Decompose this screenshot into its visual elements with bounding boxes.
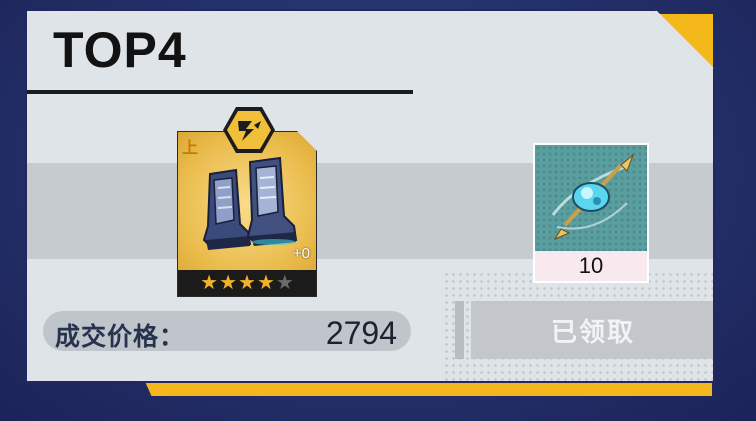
reward-item-boots[interactable]: 上 +0 ★ ★ ★ ★ ★: [177, 131, 317, 297]
enhance-level: +0: [292, 245, 310, 262]
star-icon: ★: [275, 272, 294, 294]
price-label: 成交价格：: [55, 323, 186, 351]
auction-result-card: TOP4 上 +0 ★ ★ ★ ★ ★ 10 成交价格： 2794 已领取: [25, 9, 715, 383]
item-side-art: [535, 145, 647, 251]
claim-divider: [455, 301, 464, 359]
price-value: 2794: [325, 315, 397, 351]
item-count: 10: [535, 251, 647, 281]
star-rating: ★ ★ ★ ★ ★: [178, 270, 316, 296]
reward-item-crystal[interactable]: 10: [533, 143, 649, 283]
star-icon: ★: [256, 272, 275, 294]
lightning-attack-icon: [238, 121, 261, 141]
crystal-lance-icon: [551, 153, 635, 241]
rank-title: TOP4: [53, 22, 187, 78]
price-row: 成交价格： 2794: [43, 311, 411, 351]
star-icon: ★: [219, 272, 238, 294]
claimed-button[interactable]: 已领取: [471, 301, 713, 359]
star-icon: ★: [200, 272, 219, 294]
star-icon: ★: [238, 272, 256, 294]
title-underline: [27, 90, 413, 94]
